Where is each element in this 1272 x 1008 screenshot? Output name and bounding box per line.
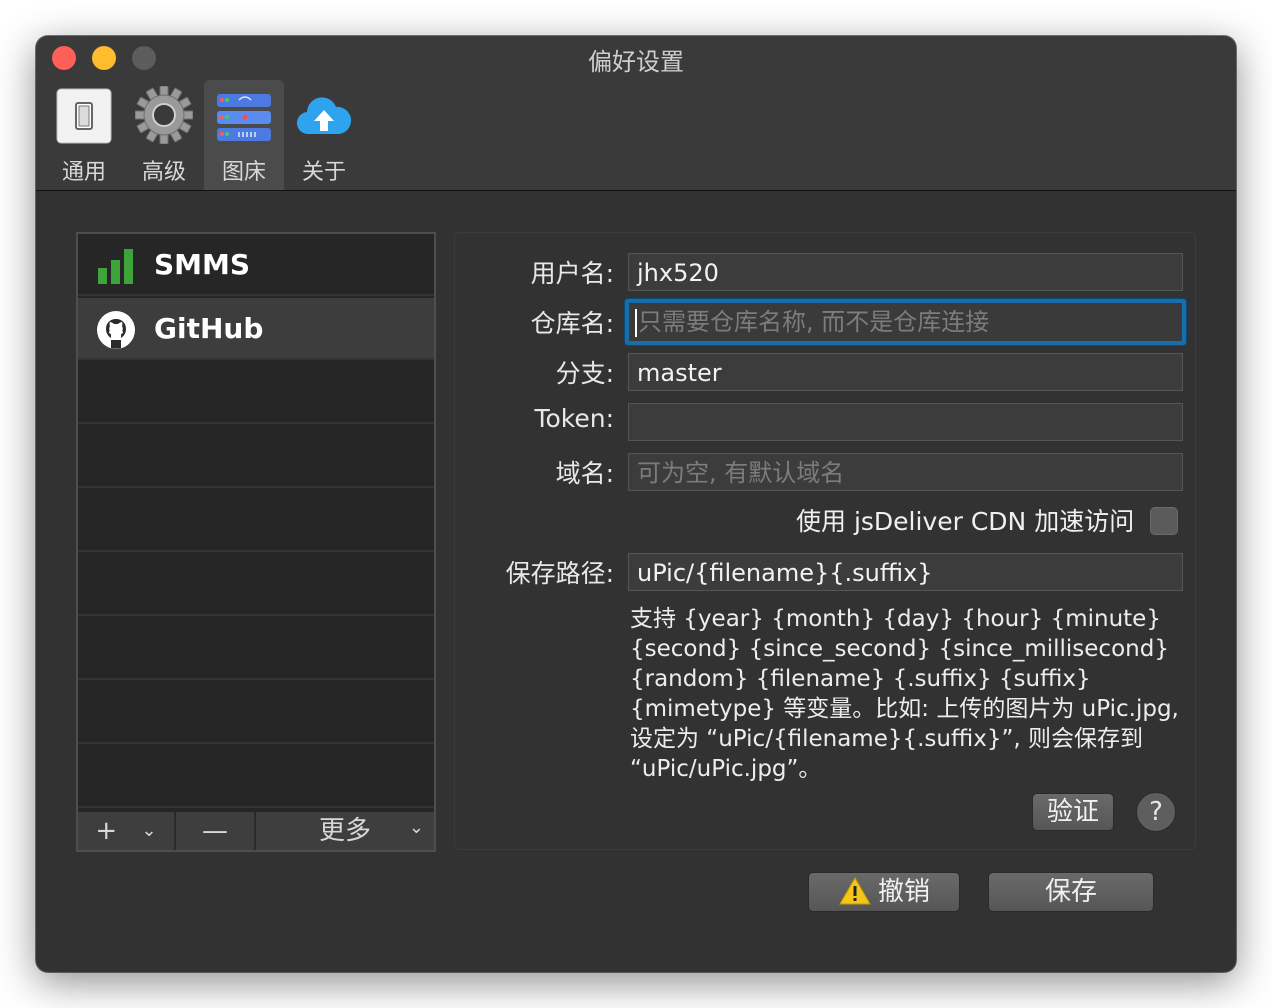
- list-item-label: SMMS: [154, 248, 251, 281]
- toolbar-item-general[interactable]: 通用: [44, 80, 124, 190]
- preferences-window: 偏好设置 通用 高级 图床 关于 SMMS GitHub + ⌄ — 更多 ⌄ …: [36, 36, 1236, 972]
- toolbar-label-general: 通用: [61, 160, 106, 185]
- help-button[interactable]: ?: [1136, 792, 1176, 832]
- branch-label: 分支:: [555, 359, 614, 388]
- list-item-empty: [78, 618, 434, 680]
- username-field[interactable]: jhx520: [628, 253, 1183, 291]
- toolbar-item-hosting[interactable]: 图床: [204, 80, 284, 190]
- save-path-help-text: 支持 {year} {month} {day} {hour} {minute} …: [630, 606, 1179, 782]
- titlebar: 偏好设置 通用 高级 图床 关于: [36, 36, 1236, 191]
- switch-icon: [56, 88, 112, 144]
- toolbar-label-hosting: 图床: [221, 160, 266, 185]
- chevron-down-icon: ⌄: [141, 820, 157, 841]
- toolbar-item-advanced[interactable]: 高级: [124, 80, 204, 190]
- list-toolbar: + ⌄ — 更多 ⌄: [76, 812, 436, 852]
- list-item-empty: [78, 682, 434, 744]
- list-item-empty: [78, 746, 434, 808]
- server-icon: [217, 94, 271, 141]
- repo-field[interactable]: 只需要仓库名称, 而不是仓库连接: [625, 299, 1186, 345]
- domain-label: 域名:: [555, 459, 614, 488]
- hosting-list: SMMS GitHub: [76, 232, 436, 852]
- cdn-checkbox-label: 使用 jsDeliver CDN 加速访问: [796, 507, 1135, 536]
- list-item-empty: [78, 362, 434, 424]
- add-label: +: [95, 816, 118, 846]
- more-label: 更多: [318, 816, 371, 846]
- list-item-label: GitHub: [154, 312, 264, 345]
- username-label: 用户名:: [530, 259, 614, 288]
- save-button[interactable]: 保存: [988, 872, 1154, 912]
- signal-bars-icon: [98, 249, 133, 284]
- token-field[interactable]: [628, 403, 1183, 441]
- list-item-smms[interactable]: SMMS: [78, 234, 434, 296]
- domain-field[interactable]: 可为空, 有默认域名: [628, 453, 1183, 491]
- save-path-field[interactable]: uPic/{filename}{.suffix}: [628, 553, 1183, 591]
- warning-icon: [839, 876, 871, 904]
- cloud-upload-icon: [296, 97, 352, 135]
- branch-field[interactable]: master: [628, 353, 1183, 391]
- repo-label: 仓库名:: [530, 309, 614, 338]
- repo-placeholder: 只需要仓库名称, 而不是仓库连接: [638, 308, 990, 336]
- toolbar-label-advanced: 高级: [141, 160, 186, 185]
- list-item-github[interactable]: GitHub: [78, 298, 434, 360]
- verify-button[interactable]: 验证: [1032, 793, 1114, 831]
- list-item-empty: [78, 426, 434, 488]
- cancel-label: 撤销: [877, 877, 930, 907]
- add-hosting-button[interactable]: + ⌄: [78, 812, 176, 850]
- toolbar-item-about[interactable]: 关于: [284, 80, 364, 190]
- cancel-button[interactable]: 撤销: [808, 872, 960, 912]
- github-icon: [97, 311, 135, 349]
- list-item-empty: [78, 490, 434, 552]
- save-path-label: 保存路径:: [505, 559, 614, 588]
- remove-hosting-button[interactable]: —: [176, 812, 256, 850]
- more-menu-button[interactable]: 更多 ⌄: [256, 812, 434, 850]
- window-title: 偏好设置: [588, 48, 684, 76]
- cdn-checkbox[interactable]: [1150, 507, 1178, 535]
- list-item-empty: [78, 554, 434, 616]
- text-caret: [635, 309, 637, 337]
- toolbar-label-about: 关于: [301, 160, 346, 185]
- remove-label: —: [202, 816, 228, 846]
- gear-icon: [135, 86, 193, 144]
- token-label: Token:: [534, 404, 614, 433]
- chevron-down-icon: ⌄: [408, 817, 424, 838]
